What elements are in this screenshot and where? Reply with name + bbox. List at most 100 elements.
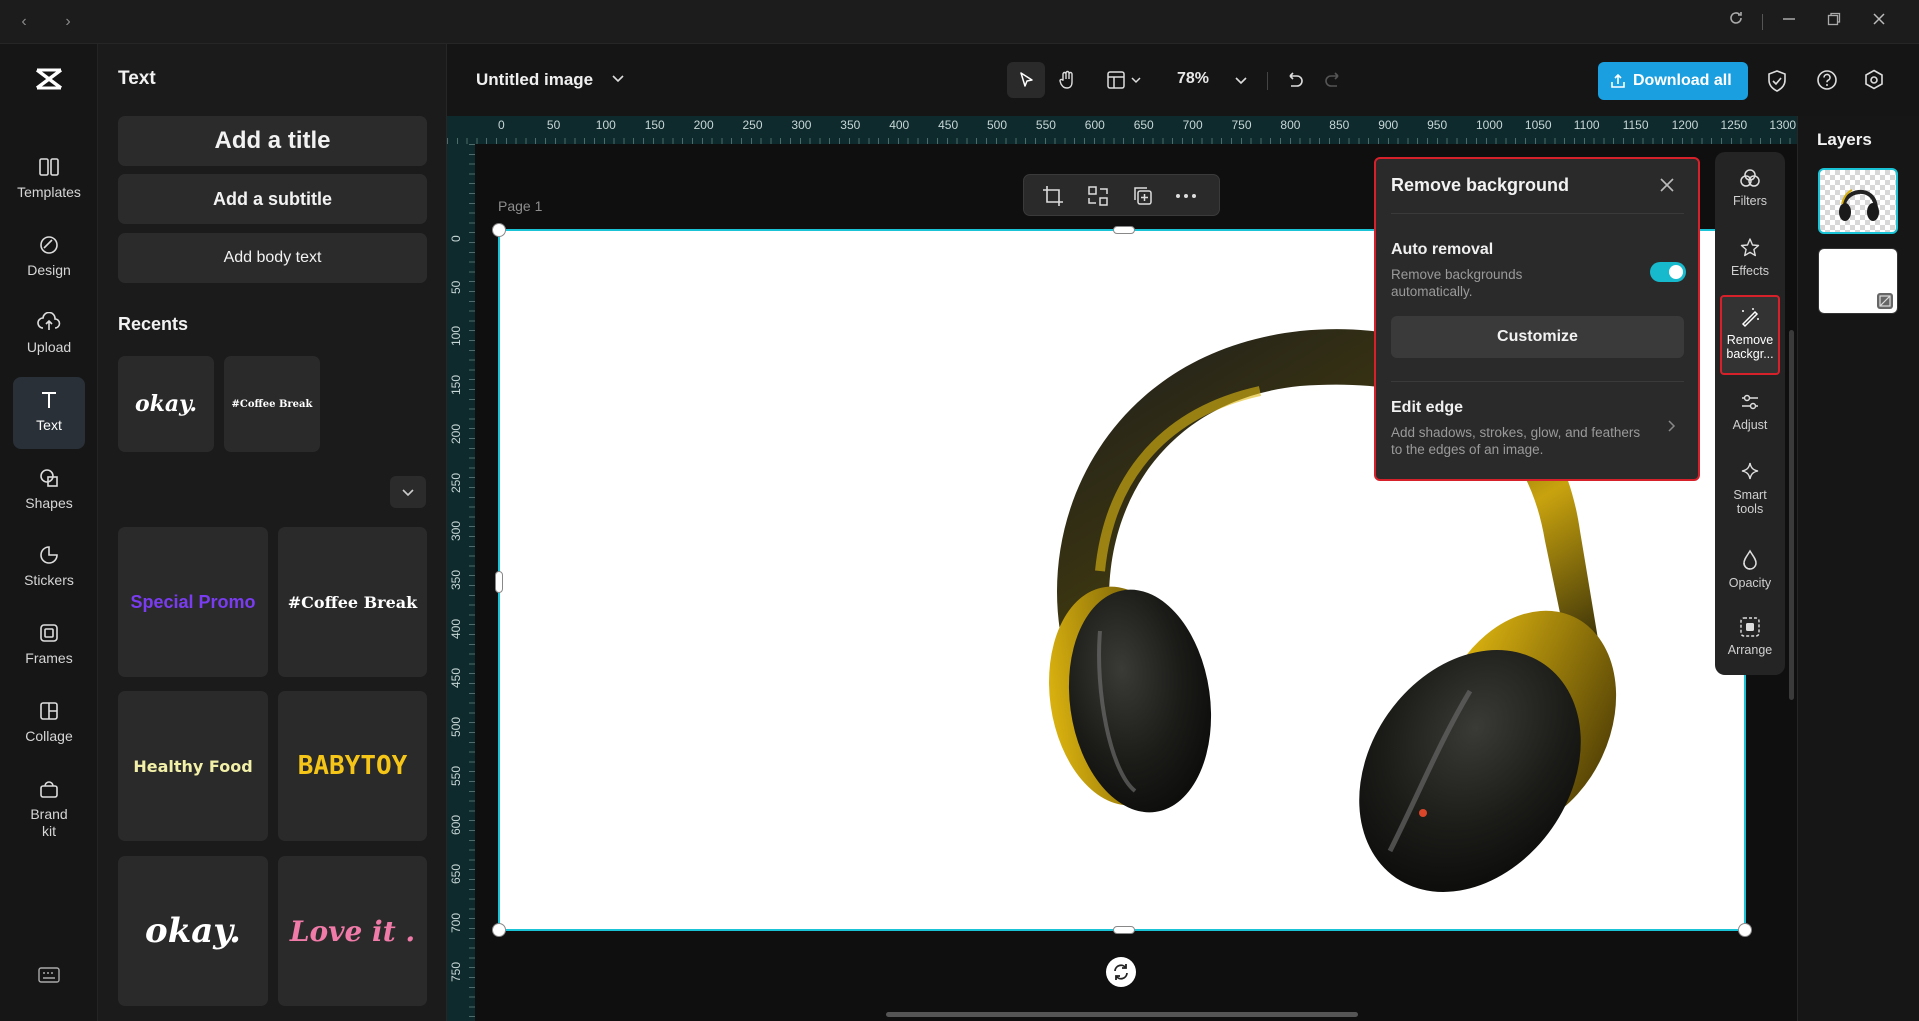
rotate-handle[interactable] — [1106, 957, 1136, 987]
adjust-button[interactable]: Adjust — [1720, 390, 1780, 432]
text-preset-tile[interactable]: BABYTOY — [278, 691, 427, 841]
text-panel: Text Add a title Add a subtitle Add body… — [98, 44, 447, 1021]
arrange-button[interactable]: Arrange — [1720, 615, 1780, 657]
zoom-chevron-down-icon[interactable] — [1233, 72, 1249, 93]
rail-collage[interactable]: Collage — [13, 688, 85, 760]
document-title[interactable]: Untitled image — [476, 70, 593, 90]
resize-handle[interactable] — [492, 223, 506, 237]
rail-brand-kit[interactable]: Brand kit — [13, 766, 85, 856]
text-preset-tile[interactable]: Love it . — [278, 856, 427, 1006]
rail-design[interactable]: Design — [13, 222, 85, 294]
filters-icon — [1720, 166, 1780, 190]
horizontal-scrollbar[interactable] — [886, 1012, 1358, 1017]
ruler-tick-label: 700 — [1183, 118, 1203, 132]
layers-title: Layers — [1817, 130, 1872, 150]
zoom-level[interactable]: 78% — [1177, 70, 1209, 88]
minimize-icon[interactable] — [1777, 10, 1801, 34]
rail-templates[interactable]: Templates — [13, 144, 85, 216]
ruler-tick-label: 450 — [938, 118, 958, 132]
close-window-icon[interactable] — [1867, 10, 1891, 34]
popup-title: Remove background — [1391, 175, 1569, 196]
text-preset-tile[interactable]: Special Promo — [118, 527, 268, 677]
layers-panel: Layers — [1797, 116, 1919, 1021]
ruler-minor-ticks — [447, 138, 1797, 144]
chevron-down-icon[interactable] — [610, 70, 626, 91]
edit-edge-row[interactable]: Edit edge Add shadows, strokes, glow, an… — [1391, 399, 1684, 471]
tile-text: BABYTOY — [298, 751, 408, 781]
hand-tool-icon[interactable] — [1052, 62, 1082, 98]
vertical-scrollbar[interactable] — [1789, 330, 1794, 700]
rail-stickers[interactable]: Stickers — [13, 532, 85, 604]
resize-handle[interactable] — [495, 571, 503, 593]
effects-button[interactable]: Effects — [1720, 236, 1780, 278]
undo-icon[interactable] — [1279, 62, 1309, 98]
title-bar: ‹ › — [0, 0, 1919, 44]
recent-text-tile[interactable]: #Coffee Break — [224, 356, 320, 452]
crop-icon[interactable] — [1042, 185, 1064, 212]
rail-text[interactable]: Text — [13, 377, 85, 449]
resize-handle[interactable] — [1113, 926, 1135, 934]
text-preset-tile[interactable]: Healthy Food — [118, 691, 268, 841]
page-label: Page 1 — [498, 198, 542, 214]
rail-label: Stickers — [13, 572, 85, 589]
smart-tools-button[interactable]: Smart tools — [1720, 460, 1780, 516]
ruler-tick-label: 50 — [547, 118, 560, 132]
close-icon[interactable] — [1659, 177, 1675, 198]
property-rail: Filters Effects Remove backgr... Adjust … — [1715, 152, 1785, 675]
redo-icon[interactable] — [1319, 62, 1349, 98]
add-body-text-button[interactable]: Add body text — [118, 233, 427, 283]
select-tool-icon[interactable] — [1007, 62, 1045, 98]
settings-icon[interactable] — [1863, 69, 1885, 96]
rail-upload[interactable]: Upload — [13, 299, 85, 371]
opacity-button[interactable]: Opacity — [1720, 548, 1780, 590]
add-title-button[interactable]: Add a title — [118, 116, 427, 166]
resize-handle[interactable] — [492, 923, 506, 937]
text-preset-tile[interactable]: okay. — [118, 856, 268, 1006]
ruler-tick-label: 1150 — [1623, 118, 1649, 132]
ruler-tick-label: 100 — [449, 326, 463, 346]
effects-icon — [1720, 236, 1780, 260]
tile-text: #Coffee Break — [288, 593, 417, 612]
duplicate-icon[interactable] — [1132, 185, 1154, 212]
back-icon[interactable]: ‹ — [12, 10, 36, 34]
download-all-button[interactable]: Download all — [1598, 62, 1748, 100]
horizontal-ruler: 0501001502002503003504004505005506006507… — [447, 116, 1797, 144]
resize-handle[interactable] — [1113, 226, 1135, 234]
restore-icon[interactable] — [1822, 10, 1846, 34]
auto-removal-toggle[interactable] — [1650, 262, 1686, 282]
ruler-tick-label: 250 — [743, 118, 763, 132]
ruler-tick-label: 1100 — [1574, 118, 1600, 132]
ruler-tick-label: 50 — [449, 281, 463, 294]
layer-thumbnail-headphones[interactable] — [1818, 168, 1898, 234]
divider — [1762, 14, 1763, 30]
shield-check-icon[interactable] — [1766, 69, 1788, 98]
edit-edge-title: Edit edge — [1391, 399, 1463, 417]
resize-handle[interactable] — [1738, 923, 1752, 937]
ruler-tick-label: 550 — [1036, 118, 1056, 132]
filters-button[interactable]: Filters — [1720, 166, 1780, 208]
templates-icon — [13, 154, 85, 180]
rail-frames[interactable]: Frames — [13, 610, 85, 682]
more-icon[interactable] — [1174, 185, 1198, 212]
refresh-icon[interactable] — [1724, 10, 1748, 34]
ruler-tick-label: 200 — [449, 424, 463, 444]
flip-icon[interactable] — [1087, 185, 1109, 212]
add-subtitle-button[interactable]: Add a subtitle — [118, 174, 427, 224]
design-icon — [13, 232, 85, 258]
remove-background-popup: Remove background Auto removal Remove ba… — [1374, 157, 1700, 481]
rail-shapes[interactable]: Shapes — [13, 455, 85, 527]
customize-button[interactable]: Customize — [1391, 316, 1684, 358]
recent-text-tile[interactable]: okay. — [118, 356, 214, 452]
headphones-icon — [1820, 170, 1896, 232]
keyboard-icon[interactable] — [38, 967, 60, 988]
layout-tool-icon[interactable] — [1103, 62, 1149, 98]
ruler-tick-label: 850 — [1329, 118, 1349, 132]
layer-thumbnail-background[interactable] — [1818, 248, 1898, 314]
rail-label: Smart tools — [1730, 488, 1770, 516]
text-preset-tile[interactable]: #Coffee Break — [278, 527, 427, 677]
expand-recents-button[interactable] — [390, 476, 426, 508]
help-icon[interactable] — [1816, 69, 1838, 96]
forward-icon[interactable]: › — [56, 10, 80, 34]
ruler-tick-label: 150 — [645, 118, 665, 132]
remove-background-button[interactable]: Remove backgr... — [1720, 295, 1780, 375]
